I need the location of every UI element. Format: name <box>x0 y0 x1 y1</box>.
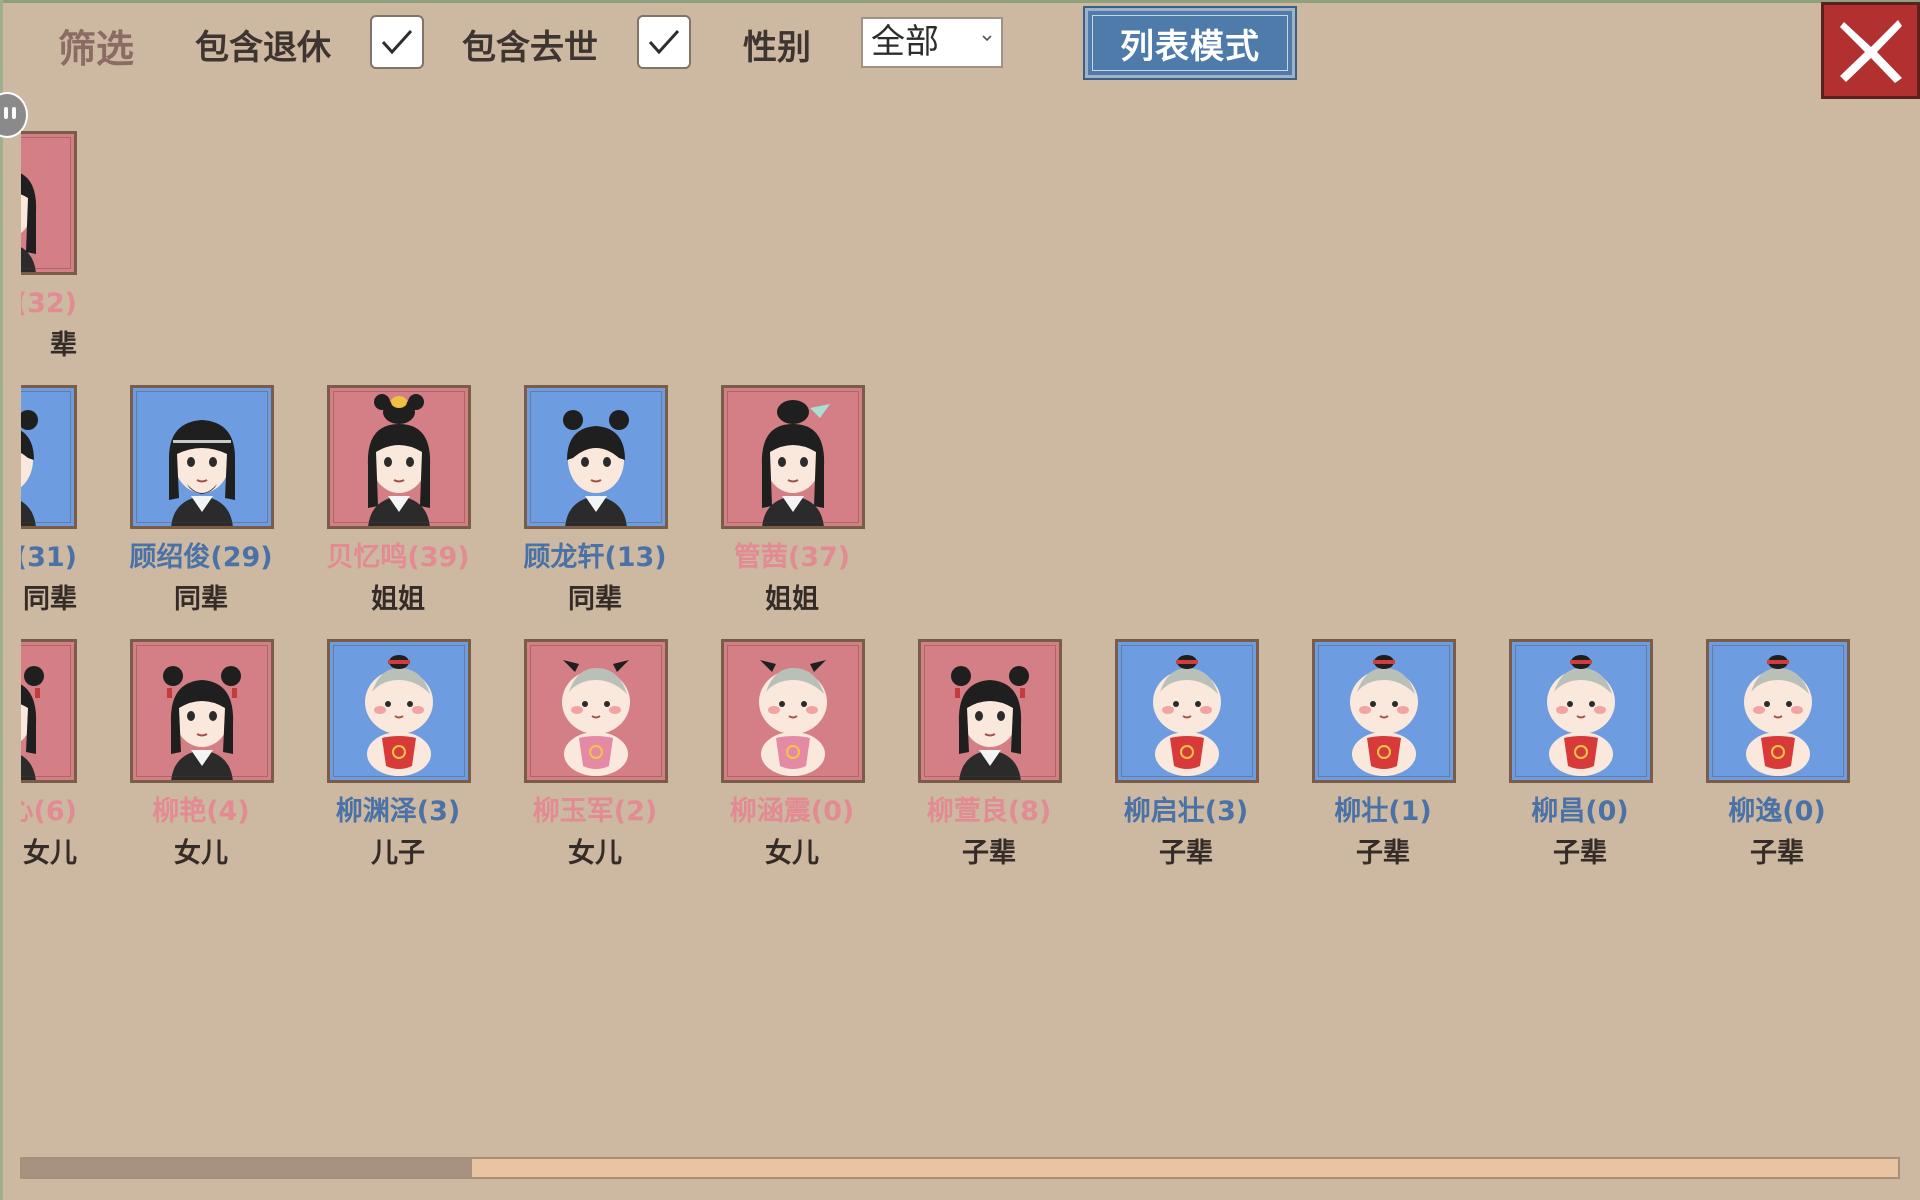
character-portrait-icon <box>1547 655 1615 776</box>
list-mode-button[interactable]: 列表模式 <box>1083 6 1297 80</box>
chevron-down-icon <box>982 35 992 42</box>
horizontal-scrollbar[interactable] <box>20 1157 1900 1179</box>
member-relation: 女儿 <box>765 838 819 869</box>
member-name: 贝忆鸣(39) <box>326 542 470 573</box>
member-name: 柳壮(1) <box>1334 796 1432 827</box>
close-button[interactable] <box>1821 2 1920 99</box>
character-portrait-icon <box>21 410 38 526</box>
character-portrait-icon <box>951 666 1029 780</box>
family-tree-viewport[interactable]: 试(32) 辈 训(31) 同辈 顾绍俊(29) 同辈 <box>21 95 1881 1135</box>
gender-select-value: 全部 <box>871 22 939 62</box>
member-portrait[interactable] <box>327 385 471 529</box>
include-retired-label: 包含退休 <box>195 28 331 68</box>
member-portrait[interactable] <box>524 639 668 783</box>
pause-handle-icon <box>12 107 16 119</box>
character-portrait-icon <box>365 655 433 776</box>
member-name: 训(31) <box>21 542 77 573</box>
member-name: 顾绍俊(29) <box>129 542 273 573</box>
member-relation: 女儿 <box>568 838 622 869</box>
scrollbar-thumb[interactable] <box>22 1159 473 1177</box>
member-relation: 姐姐 <box>371 584 425 615</box>
member-relation: 女儿 <box>174 838 228 869</box>
include-deceased-label: 包含去世 <box>462 28 598 68</box>
member-name: 柳艳(4) <box>152 796 250 827</box>
character-portrait-icon <box>759 660 827 776</box>
checkmark-icon <box>381 29 413 55</box>
member-portrait[interactable] <box>1115 639 1259 783</box>
member-relation: 子辈 <box>1356 838 1410 869</box>
member-portrait[interactable] <box>721 385 865 529</box>
character-portrait-icon <box>562 660 630 776</box>
member-portrait[interactable] <box>918 639 1062 783</box>
member-relation: 儿子 <box>371 838 425 869</box>
member-relation: 子辈 <box>962 838 1016 869</box>
character-portrait-icon <box>169 420 235 526</box>
member-name: 顾龙轩(13) <box>523 542 667 573</box>
member-portrait[interactable] <box>1706 639 1850 783</box>
include-deceased-checkbox[interactable] <box>637 15 691 69</box>
member-name: 柳启壮(3) <box>1123 796 1249 827</box>
gender-select[interactable]: 全部 <box>861 17 1003 68</box>
member-relation: 辈 <box>50 330 77 361</box>
member-name: 管茜(37) <box>733 542 851 573</box>
character-portrait-icon <box>1744 655 1812 776</box>
member-relation: 子辈 <box>1159 838 1213 869</box>
list-mode-button-label: 列表模式 <box>1120 26 1260 67</box>
member-relation: 子辈 <box>1553 838 1607 869</box>
character-portrait-icon <box>563 410 629 526</box>
member-portrait[interactable] <box>21 131 77 275</box>
pause-handle-icon <box>4 107 8 119</box>
member-relation: 姐姐 <box>765 584 819 615</box>
member-relation: 同辈 <box>174 584 228 615</box>
member-portrait[interactable] <box>524 385 668 529</box>
member-name: 柳萱良(8) <box>926 796 1052 827</box>
member-portrait[interactable] <box>130 385 274 529</box>
member-portrait[interactable] <box>130 639 274 783</box>
member-portrait[interactable] <box>327 639 471 783</box>
filter-title: 筛选 <box>58 27 135 71</box>
member-relation: 同辈 <box>23 584 77 615</box>
character-portrait-icon <box>1350 655 1418 776</box>
member-relation: 女儿 <box>23 838 77 869</box>
member-portrait[interactable] <box>1312 639 1456 783</box>
include-retired-checkbox[interactable] <box>370 15 424 69</box>
member-name: 柳涵震(0) <box>729 796 855 827</box>
member-portrait[interactable] <box>721 639 865 783</box>
character-portrait-icon <box>367 394 431 526</box>
window-frame-left <box>0 0 3 1200</box>
checkmark-icon <box>648 29 680 55</box>
member-portrait[interactable] <box>21 385 77 529</box>
member-name: 柳逸(0) <box>1728 796 1826 827</box>
member-name: 心(6) <box>21 796 77 827</box>
member-portrait[interactable] <box>21 639 77 783</box>
character-portrait-icon <box>21 173 37 272</box>
member-name: 柳昌(0) <box>1531 796 1629 827</box>
member-relation: 同辈 <box>568 584 622 615</box>
member-name: 柳玉军(2) <box>532 796 658 827</box>
member-portrait[interactable] <box>1509 639 1653 783</box>
member-name: 试(32) <box>21 288 77 319</box>
character-portrait-icon <box>163 666 241 780</box>
character-portrait-icon <box>21 666 44 780</box>
character-portrait-icon <box>1153 655 1221 776</box>
member-relation: 子辈 <box>1750 838 1804 869</box>
gender-label: 性别 <box>743 28 811 68</box>
close-x-icon <box>1839 19 1902 83</box>
window-frame-top <box>0 0 1920 3</box>
member-name: 柳渊泽(3) <box>335 796 461 827</box>
character-portrait-icon <box>761 400 830 526</box>
